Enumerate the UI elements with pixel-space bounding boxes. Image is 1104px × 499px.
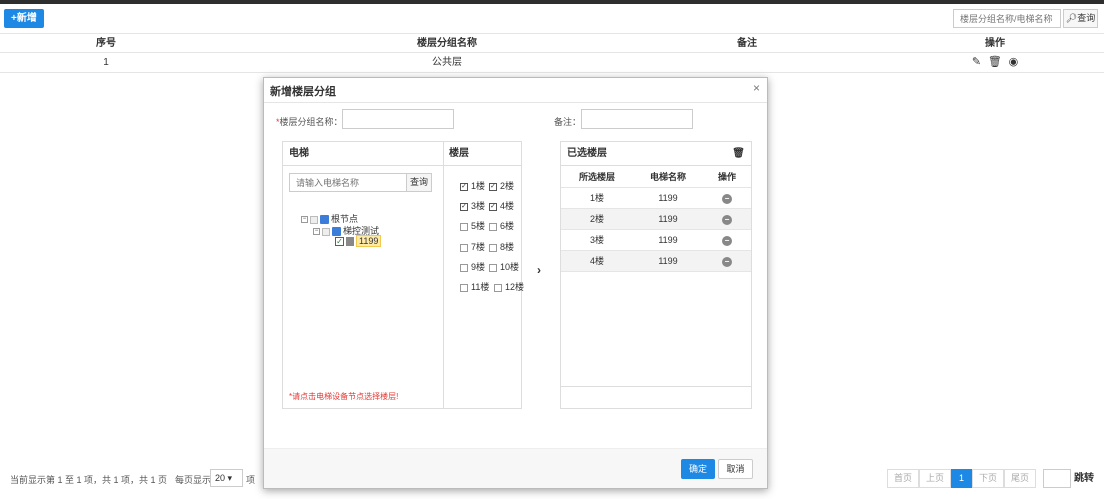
group-name-input[interactable] <box>342 109 454 129</box>
org-icon <box>320 215 329 225</box>
floor-checkbox[interactable]: ✓ 1楼 <box>460 179 485 192</box>
floor-checkbox[interactable]: ✓ 2楼 <box>489 179 514 192</box>
table-row: 4楼 1199 − <box>561 251 751 272</box>
selected-floors-table: 所选楼层 电梯名称 操作 1楼 1199 − 2楼 1199 − 3楼 1199… <box>561 167 751 272</box>
col-index-header[interactable]: 序号 <box>0 34 212 53</box>
checkbox[interactable]: ✓ <box>489 202 497 211</box>
clear-all-icon[interactable]: 🗑︎ <box>732 142 745 166</box>
row-name: 公共层 <box>432 57 462 68</box>
search-input[interactable] <box>953 9 1061 28</box>
note-label: 备注： <box>554 117 582 127</box>
grid-header: 序号 楼层分组名称 备注 操作 <box>0 33 1104 53</box>
col-note-header[interactable]: 备注 <box>682 34 812 53</box>
add-button[interactable]: +新增 <box>4 9 44 28</box>
search-icon: 🔎︎ <box>1065 13 1078 23</box>
col-name-header[interactable]: 楼层分组名称 <box>212 34 682 53</box>
floor-checkbox[interactable]: 9楼 <box>460 260 485 273</box>
first-page-button[interactable]: 首页 <box>887 469 919 488</box>
checkbox[interactable] <box>489 243 497 252</box>
per-page-select[interactable]: 20 ▾ <box>210 469 243 487</box>
per-page-unit: 项 <box>246 475 256 485</box>
next-page-button[interactable]: 下页 <box>972 469 1004 488</box>
floor-checkbox[interactable]: ✓ 4楼 <box>489 199 514 212</box>
floor-checkbox[interactable]: 6楼 <box>489 219 514 232</box>
elevator-floor-panel: 电梯楼层 查询 −根节点 −梯控测试 ✓1199 *请点击电梯设备节点选择楼层!… <box>282 141 524 409</box>
panel-divider <box>443 142 444 408</box>
row-index: 1 <box>103 57 109 68</box>
group-name-label: *楼层分组名称： <box>276 117 343 127</box>
table-row: 3楼 1199 − <box>561 230 751 251</box>
close-icon[interactable]: × <box>753 81 760 95</box>
floor-checkbox[interactable]: 12楼 <box>494 280 524 293</box>
view-icon[interactable]: ◉ <box>1009 53 1019 72</box>
delete-icon[interactable]: 🗑︎ <box>988 53 1002 72</box>
table-footer-line <box>561 386 751 387</box>
tree-checkbox[interactable] <box>322 227 330 236</box>
dialog-footer: 确定 取消 <box>264 448 767 488</box>
elevator-icon <box>346 237 354 247</box>
checkbox[interactable] <box>489 222 497 231</box>
selected-floors-panel: 已选楼层 🗑︎ 所选楼层 电梯名称 操作 1楼 1199 − 2楼 1199 − … <box>560 141 752 409</box>
remove-icon[interactable]: − <box>722 257 732 267</box>
add-arrow-icon[interactable]: › <box>537 263 541 277</box>
floor-checkbox[interactable]: 10楼 <box>489 260 519 273</box>
goto-page-input[interactable] <box>1043 469 1071 488</box>
tree-checkbox[interactable] <box>310 215 318 224</box>
tree-node-elevator[interactable]: ✓ 1199 <box>335 235 382 247</box>
checkbox[interactable] <box>460 283 468 292</box>
last-page-button[interactable]: 尾页 <box>1004 469 1036 488</box>
edit-icon[interactable]: ✎ <box>972 53 981 72</box>
toolbar: +新增 🔎︎查询 <box>0 6 1104 32</box>
selected-panel-title: 已选楼层 🗑︎ <box>561 142 751 166</box>
dialog-title: 新增楼层分组 <box>270 86 336 98</box>
elevator-search-input[interactable] <box>289 173 407 192</box>
floor-checkbox[interactable]: 11楼 <box>460 280 489 293</box>
selected-table-header: 所选楼层 电梯名称 操作 <box>561 167 751 188</box>
per-page-label: 每页显示 <box>175 475 212 485</box>
checkbox[interactable] <box>489 263 497 272</box>
tree-checkbox-checked[interactable]: ✓ <box>335 237 344 247</box>
checkbox[interactable] <box>460 243 468 252</box>
page-info: 当前显示第 1 至 1 项，共 1 项，共 1 页 <box>10 475 168 485</box>
table-row[interactable]: 1 公共层 ✎ 🗑︎ ◉ <box>0 53 1104 73</box>
checkbox[interactable] <box>460 222 468 231</box>
checkbox[interactable]: ✓ <box>460 182 468 191</box>
collapse-icon[interactable]: − <box>313 228 320 236</box>
hint-text: *请点击电梯设备节点选择楼层! <box>289 392 399 401</box>
add-floor-group-dialog: 新增楼层分组 × *楼层分组名称： 备注： 电梯楼层 查询 −根节点 −梯控测试… <box>263 77 768 489</box>
elevator-panel-title: 电梯 楼层 <box>283 142 521 166</box>
floor-checkbox[interactable]: 8楼 <box>489 240 514 253</box>
col-actions-header: 操作 <box>985 38 1005 49</box>
confirm-button[interactable]: 确定 <box>681 459 715 479</box>
floor-checkbox[interactable]: 5楼 <box>460 219 485 232</box>
remove-icon[interactable]: − <box>722 236 732 246</box>
prev-page-button[interactable]: 上页 <box>919 469 951 488</box>
top-bar <box>0 0 1104 4</box>
row-actions: ✎ 🗑︎ ◉ <box>900 53 1090 72</box>
search-button[interactable]: 🔎︎查询 <box>1063 9 1098 28</box>
note-input[interactable] <box>581 109 693 129</box>
floor-checkbox[interactable]: ✓ 3楼 <box>460 199 485 212</box>
checkbox[interactable] <box>460 263 468 272</box>
elevator-search-button[interactable]: 查询 <box>406 173 432 192</box>
cancel-button[interactable]: 取消 <box>718 459 753 479</box>
org-icon <box>332 227 341 237</box>
goto-button[interactable]: 跳转 <box>1074 469 1098 488</box>
dialog-divider <box>264 102 767 103</box>
page-1-button[interactable]: 1 <box>951 469 972 488</box>
table-row: 2楼 1199 − <box>561 209 751 230</box>
floor-panel-title: 楼层 <box>449 148 469 159</box>
checkbox[interactable]: ✓ <box>489 182 497 191</box>
table-row: 1楼 1199 − <box>561 188 751 209</box>
checkbox[interactable] <box>494 283 502 292</box>
remove-icon[interactable]: − <box>722 194 732 204</box>
floor-checkbox[interactable]: 7楼 <box>460 240 485 253</box>
checkbox[interactable]: ✓ <box>460 202 468 211</box>
collapse-icon[interactable]: − <box>301 216 308 224</box>
remove-icon[interactable]: − <box>722 215 732 225</box>
data-grid: 序号 楼层分组名称 备注 操作 1 公共层 ✎ 🗑︎ ◉ <box>0 33 1104 73</box>
